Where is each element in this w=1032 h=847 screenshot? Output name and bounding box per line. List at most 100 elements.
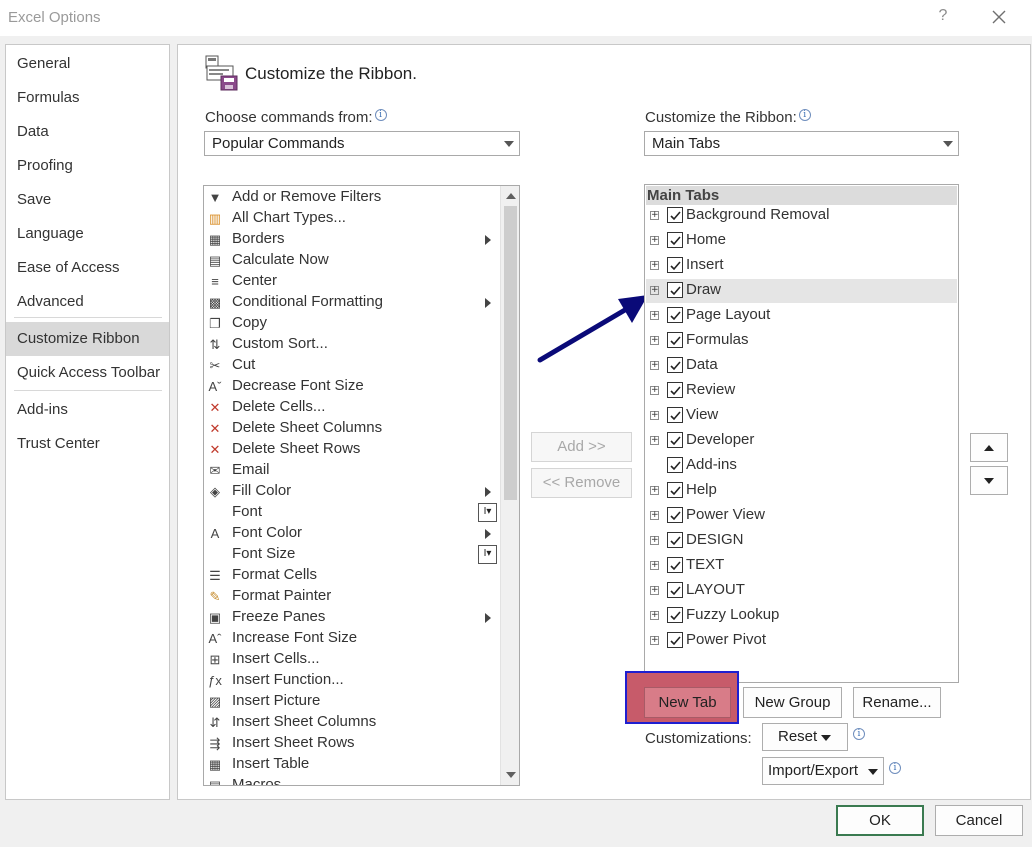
expand-icon[interactable]: + [650, 511, 659, 520]
ribbon-tab-layout[interactable]: + LAYOUT [646, 579, 957, 603]
move-up-button[interactable] [970, 433, 1008, 462]
commands-scrollbar[interactable] [500, 186, 519, 785]
command-item[interactable]: A Font Color [204, 523, 500, 544]
expand-icon[interactable]: + [650, 386, 659, 395]
ribbon-tab-developer[interactable]: + Developer [646, 429, 957, 453]
command-item[interactable]: ≡ Center [204, 271, 500, 292]
command-item[interactable]: ⊞ Insert Cells... [204, 649, 500, 670]
command-item[interactable]: ƒx Insert Function... [204, 670, 500, 691]
choose-commands-dropdown[interactable]: Popular Commands [204, 131, 520, 156]
ok-button[interactable]: OK [836, 805, 924, 836]
nav-item-language[interactable]: Language [6, 217, 169, 251]
ribbon-tab-page-layout[interactable]: + Page Layout [646, 304, 957, 328]
remove-button[interactable]: << Remove [531, 468, 632, 498]
tab-checkbox[interactable] [667, 432, 683, 448]
command-item[interactable]: ✕ Delete Sheet Rows [204, 439, 500, 460]
ribbon-tab-help[interactable]: + Help [646, 479, 957, 503]
tab-checkbox[interactable] [667, 407, 683, 423]
expand-icon[interactable]: + [650, 536, 659, 545]
expand-icon[interactable]: + [650, 586, 659, 595]
tab-checkbox[interactable] [667, 332, 683, 348]
command-item[interactable]: ▨ Insert Picture [204, 691, 500, 712]
command-item[interactable]: ⇅ Custom Sort... [204, 334, 500, 355]
ribbon-tab-home[interactable]: + Home [646, 229, 957, 253]
command-item[interactable]: ▼ Add or Remove Filters [204, 187, 500, 208]
nav-item-formulas[interactable]: Formulas [6, 81, 169, 115]
expand-icon[interactable]: + [650, 636, 659, 645]
nav-item-customize-ribbon[interactable]: Customize Ribbon [6, 322, 169, 356]
cancel-button[interactable]: Cancel [935, 805, 1023, 836]
command-item[interactable]: ▣ Freeze Panes [204, 607, 500, 628]
tab-checkbox[interactable] [667, 282, 683, 298]
import-export-button[interactable]: Import/Export [762, 757, 884, 785]
nav-item-general[interactable]: General [6, 47, 169, 81]
info-icon[interactable]: i [798, 109, 811, 121]
tab-checkbox[interactable] [667, 582, 683, 598]
ribbon-tab-review[interactable]: + Review [646, 379, 957, 403]
info-icon[interactable]: i [374, 109, 387, 121]
ribbon-tab-design[interactable]: + DESIGN [646, 529, 957, 553]
ribbon-tab-power-view[interactable]: + Power View [646, 504, 957, 528]
ribbon-tab-view[interactable]: + View [646, 404, 957, 428]
scroll-thumb[interactable] [504, 206, 517, 500]
command-item[interactable]: ▥ All Chart Types... [204, 208, 500, 229]
tab-checkbox[interactable] [667, 607, 683, 623]
nav-item-trust-center[interactable]: Trust Center [6, 427, 169, 461]
expand-icon[interactable]: + [650, 361, 659, 370]
command-item[interactable]: ☰ Format Cells [204, 565, 500, 586]
ribbon-tabs-tree[interactable]: Main Tabs + Background Removal + Home + Inser… [644, 184, 959, 683]
tab-checkbox[interactable] [667, 207, 683, 223]
command-item[interactable]: Aˇ Decrease Font Size [204, 376, 500, 397]
ribbon-tab-background-removal[interactable]: + Background Removal [646, 204, 957, 228]
command-item[interactable]: Font I▾ [204, 502, 500, 523]
tab-checkbox[interactable] [667, 357, 683, 373]
new-tab-button[interactable]: New Tab [644, 687, 731, 718]
tab-checkbox[interactable] [667, 482, 683, 498]
command-item[interactable]: ❐ Copy [204, 313, 500, 334]
tab-checkbox[interactable] [667, 232, 683, 248]
info-icon[interactable]: i [853, 728, 865, 740]
ribbon-tab-insert[interactable]: + Insert [646, 254, 957, 278]
nav-item-quick-access-toolbar[interactable]: Quick Access Toolbar [6, 356, 169, 390]
expand-icon[interactable]: + [650, 411, 659, 420]
add-button[interactable]: Add >> [531, 432, 632, 462]
customize-ribbon-dropdown[interactable]: Main Tabs [644, 131, 959, 156]
close-button[interactable] [988, 6, 1010, 28]
commands-list[interactable]: ▤ Macros ▦ Insert Table ⇶ Insert Sheet Rows ⇵ I… [203, 185, 520, 786]
ribbon-tab-text[interactable]: + TEXT [646, 554, 957, 578]
command-item[interactable]: Font Size I▾ [204, 544, 500, 565]
tab-checkbox[interactable] [667, 507, 683, 523]
info-icon[interactable]: i [889, 762, 901, 774]
tab-checkbox[interactable] [667, 557, 683, 573]
expand-icon[interactable]: + [650, 336, 659, 345]
command-item[interactable]: ▦ Insert Table [204, 754, 500, 775]
scroll-down-button[interactable] [502, 766, 519, 783]
command-item[interactable]: ✕ Delete Cells... [204, 397, 500, 418]
ribbon-tab-add-ins[interactable]: Add-ins [646, 454, 957, 478]
command-item[interactable]: ✂ Cut [204, 355, 500, 376]
tab-checkbox[interactable] [667, 457, 683, 473]
expand-icon[interactable]: + [650, 611, 659, 620]
tab-checkbox[interactable] [667, 257, 683, 273]
command-item[interactable]: ▦ Borders [204, 229, 500, 250]
ribbon-tab-draw[interactable]: + Draw [646, 279, 957, 303]
new-group-button[interactable]: New Group [743, 687, 842, 718]
command-item[interactable]: ▩ Conditional Formatting [204, 292, 500, 313]
command-item[interactable]: ✕ Delete Sheet Columns [204, 418, 500, 439]
expand-icon[interactable]: + [650, 236, 659, 245]
command-item[interactable]: ▤ Calculate Now [204, 250, 500, 271]
tab-checkbox[interactable] [667, 307, 683, 323]
tab-checkbox[interactable] [667, 632, 683, 648]
command-item[interactable]: Aˆ Increase Font Size [204, 628, 500, 649]
expand-icon[interactable]: + [650, 311, 659, 320]
rename-button[interactable]: Rename... [853, 687, 941, 718]
move-down-button[interactable] [970, 466, 1008, 495]
expand-icon[interactable]: + [650, 211, 659, 220]
expand-icon[interactable]: + [650, 261, 659, 270]
expand-icon[interactable]: + [650, 436, 659, 445]
tab-checkbox[interactable] [667, 532, 683, 548]
nav-item-advanced[interactable]: Advanced [6, 285, 169, 319]
command-item[interactable]: ◈ Fill Color [204, 481, 500, 502]
command-item[interactable]: ▤ Macros [204, 775, 500, 785]
help-button[interactable]: ? [934, 7, 952, 29]
